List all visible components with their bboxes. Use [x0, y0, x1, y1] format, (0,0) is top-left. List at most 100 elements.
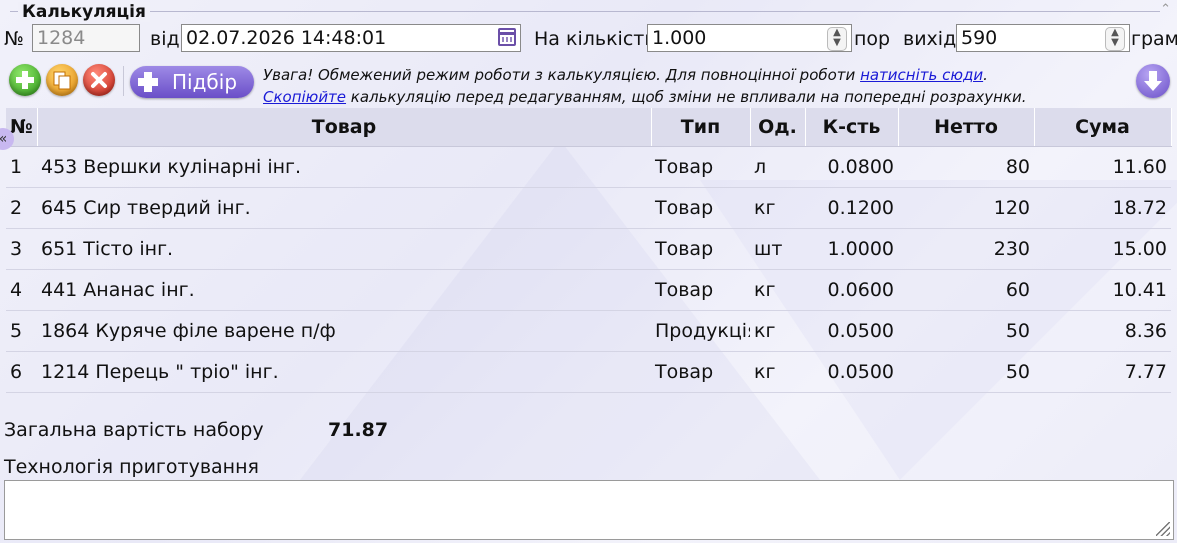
number-field[interactable]: 1284 [32, 24, 140, 52]
cell-type: Товар [651, 228, 750, 270]
toolbar-separator [123, 66, 124, 96]
close-icon [91, 72, 107, 88]
restricted-mode-notice: Увага! Обмежений режим роботи з калькуля… [263, 64, 1027, 108]
cell-item: 651 Тісто інг. [37, 228, 651, 270]
copy-icon [53, 71, 71, 90]
quantity-stepper[interactable]: ▲ ▼ [827, 27, 847, 51]
cell-qty: 1.0000 [805, 228, 898, 270]
cell-type: Товар [651, 187, 750, 229]
cell-unit: шт [750, 228, 805, 270]
cell-no: 4 [6, 269, 37, 311]
cell-item: 1864 Куряче філе варене п/ф [37, 310, 651, 352]
notice-period: . [983, 66, 988, 84]
cell-net: 230 [898, 228, 1034, 270]
cell-sum: 10.41 [1034, 269, 1171, 311]
output-field[interactable]: 590 ▲ ▼ [956, 24, 1130, 52]
add-pick-icon [138, 72, 158, 92]
cell-unit: кг [750, 351, 805, 393]
cell-net: 60 [898, 269, 1034, 311]
cell-qty: 0.0500 [805, 310, 898, 352]
total-label: Загальна вартість набору [4, 419, 264, 441]
calendar-icon[interactable] [498, 28, 516, 46]
scroll-down-button[interactable] [1136, 64, 1170, 98]
collapse-icon[interactable]: ⌃ [1160, 2, 1171, 17]
cell-sum: 15.00 [1034, 228, 1171, 270]
copy-button[interactable] [46, 64, 78, 96]
cell-sum: 11.60 [1034, 146, 1171, 188]
quantity-value: 1.000 [652, 27, 707, 49]
cell-net: 80 [898, 146, 1034, 188]
table-row[interactable]: 2 645 Сир твердий інг. Товар кг 0.1200 1… [6, 187, 1171, 229]
cell-net: 120 [898, 187, 1034, 229]
column-header-unit[interactable]: Од. [750, 108, 806, 147]
arrow-down-icon [1144, 71, 1162, 91]
section-title: Калькуляція [18, 2, 150, 22]
cell-no: 5 [6, 310, 37, 352]
cell-unit: кг [750, 269, 805, 311]
cell-qty: 0.0800 [805, 146, 898, 188]
date-field[interactable]: 02.07.2026 14:48:01 [181, 24, 521, 52]
pick-button-label: Підбір [172, 70, 238, 94]
cell-item: 453 Вершки кулінарні інг. [37, 146, 651, 188]
cell-unit: кг [750, 310, 805, 352]
quantity-label: На кількість [534, 28, 656, 50]
cell-qty: 0.1200 [805, 187, 898, 229]
column-header-item[interactable]: Товар [37, 108, 652, 147]
cell-type: Продукція [651, 310, 750, 352]
header-row: № 1284 від 02.07.2026 14:48:01 На кількі… [0, 24, 1177, 54]
cell-no: 3 [6, 228, 37, 270]
number-label: № [4, 28, 24, 50]
technology-textarea[interactable] [4, 480, 1174, 540]
output-value: 590 [961, 27, 998, 49]
technology-label: Технологія приготування [4, 456, 259, 478]
cell-no: 6 [6, 351, 37, 393]
column-header-sum[interactable]: Сума [1034, 108, 1172, 147]
cell-net: 50 [898, 310, 1034, 352]
cell-no: 2 [6, 187, 37, 229]
from-label: від [150, 28, 180, 50]
gram-label: грам [1131, 28, 1177, 50]
notice-text-2: калькуляцію перед редагуванням, щоб змін… [346, 88, 1027, 106]
portion-label: пор [854, 28, 891, 50]
cell-item: 1214 Перець " тріо" інг. [37, 351, 651, 393]
quantity-field[interactable]: 1.000 ▲ ▼ [647, 24, 852, 52]
add-button[interactable] [9, 64, 41, 96]
cell-qty: 0.0500 [805, 351, 898, 393]
column-header-net[interactable]: Нетто [898, 108, 1035, 147]
plus-circle-icon [16, 71, 34, 89]
copy-calculation-link[interactable]: Скопіюйте [263, 88, 346, 106]
enable-full-mode-link[interactable]: натисніть сюди [860, 66, 983, 84]
cell-sum: 8.36 [1034, 310, 1171, 352]
toolbar: Підбір Увага! Обмежений режим роботи з к… [6, 62, 1172, 106]
ingredients-table: № Товар Тип Од. К-сть Нетто Сума 1 453 В… [6, 108, 1172, 393]
cell-qty: 0.0600 [805, 269, 898, 311]
output-stepper[interactable]: ▲ ▼ [1105, 27, 1125, 51]
total-value: 71.87 [328, 419, 389, 441]
table-row[interactable]: 4 441 Ананас інг. Товар кг 0.0600 60 10.… [6, 269, 1171, 311]
date-value: 02.07.2026 14:48:01 [186, 27, 387, 49]
cell-no: 1 [6, 146, 37, 188]
cell-type: Товар [651, 146, 750, 188]
cell-item: 645 Сир твердий інг. [37, 187, 651, 229]
cell-unit: л [750, 146, 805, 188]
delete-button[interactable] [83, 64, 115, 96]
cell-net: 50 [898, 351, 1034, 393]
cell-sum: 18.72 [1034, 187, 1171, 229]
cell-sum: 7.77 [1034, 351, 1171, 393]
pick-button[interactable]: Підбір [130, 66, 254, 98]
table-row[interactable]: 3 651 Тісто інг. Товар шт 1.0000 230 15.… [6, 228, 1171, 270]
cell-type: Товар [651, 351, 750, 393]
table-row[interactable]: 5 1864 Куряче філе варене п/ф Продукція … [6, 310, 1171, 352]
section-border [10, 11, 1160, 12]
notice-text: Увага! Обмежений режим роботи з калькуля… [263, 66, 861, 84]
table-row[interactable]: 1 453 Вершки кулінарні інг. Товар л 0.08… [6, 146, 1171, 188]
column-header-qty[interactable]: К-сть [805, 108, 899, 147]
output-label: вихід [903, 28, 957, 50]
cell-item: 441 Ананас інг. [37, 269, 651, 311]
column-header-type[interactable]: Тип [651, 108, 751, 147]
table-row[interactable]: 6 1214 Перець " тріо" інг. Товар кг 0.05… [6, 351, 1171, 393]
cell-unit: кг [750, 187, 805, 229]
resize-grip-icon[interactable] [1156, 522, 1170, 536]
cell-type: Товар [651, 269, 750, 311]
table-header: № Товар Тип Од. К-сть Нетто Сума [6, 108, 1172, 147]
